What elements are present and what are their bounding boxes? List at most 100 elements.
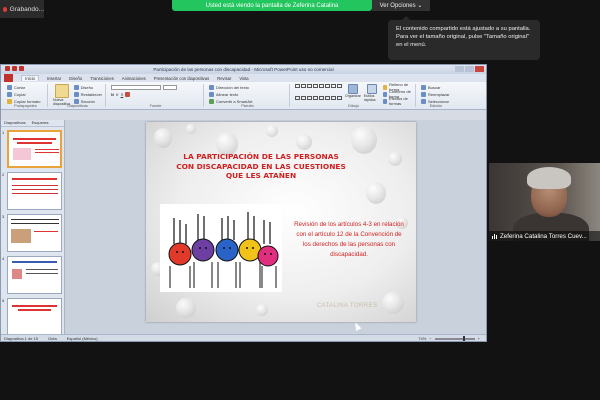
zoom-in-icon[interactable]: +	[478, 336, 480, 341]
align-text-button[interactable]: Alinear texto	[209, 91, 286, 97]
zoom-slider[interactable]	[434, 335, 475, 341]
water-drop	[176, 298, 196, 318]
font-format-buttons: NKS	[111, 91, 200, 97]
participant-name-tag: Zeferina Catalina Torres Cuev...	[489, 231, 600, 241]
font-color-icon[interactable]	[125, 91, 131, 97]
underline-icon[interactable]: S	[121, 92, 124, 97]
clipboard-group: Cortar Copiar Copiar formato Portapapele…	[4, 84, 48, 108]
select-icon	[421, 98, 426, 104]
tab-insertar[interactable]: Insertar	[47, 76, 61, 81]
brush-icon	[7, 98, 12, 104]
slides-group-label: Diapositivas	[67, 104, 88, 108]
cut-label: Cortar	[14, 84, 26, 90]
participant-video[interactable]: Zeferina Catalina Torres Cuev...	[489, 163, 600, 241]
ribbon: Cortar Copiar Copiar formato Portapapele…	[1, 82, 486, 110]
recording-label: Grabando...	[9, 5, 44, 13]
zoom-percent[interactable]: 74%	[418, 336, 426, 341]
workspace: Diapositivas Esquema 1 2 3 4 5 LA PARTIC…	[1, 120, 486, 336]
tab-revisar[interactable]: Revisar	[217, 76, 231, 81]
file-tab[interactable]	[4, 74, 14, 82]
maximize-button[interactable]	[465, 66, 474, 72]
tab-diseno[interactable]: Diseño	[69, 76, 82, 81]
binoculars-icon	[421, 84, 426, 90]
select-label: Seleccionar	[428, 98, 449, 104]
drawing-group-label: Dibujo	[348, 104, 359, 108]
tab-inicio[interactable]: Inicio	[21, 75, 39, 81]
chevron-down-icon: ⌄	[415, 3, 423, 9]
reset-label: Restablecer	[80, 91, 102, 97]
smartart-label: Convertir a SmartArt	[216, 98, 253, 104]
font-family-select[interactable]	[111, 84, 161, 90]
slide-thumbnail-5[interactable]	[7, 298, 62, 336]
scissors-icon	[7, 84, 12, 90]
minimize-button[interactable]	[455, 66, 464, 72]
water-drop	[154, 128, 172, 148]
slide-author: CATALINA TORRES	[316, 302, 378, 309]
undo-icon[interactable]	[12, 66, 17, 71]
water-drop	[266, 125, 278, 137]
redo-icon[interactable]	[19, 66, 24, 71]
fill-icon	[383, 84, 388, 90]
zoom-out-icon[interactable]: −	[429, 336, 431, 341]
italic-icon[interactable]: K	[116, 92, 119, 97]
font-size-select[interactable]	[163, 84, 177, 90]
tab-transiciones[interactable]: Transiciones	[90, 76, 114, 81]
text-direction-label: Dirección del texto	[216, 84, 249, 90]
water-drop	[256, 304, 268, 316]
copy-label: Copiar	[14, 91, 26, 97]
smartart-icon	[209, 98, 214, 104]
effects-icon	[383, 98, 387, 104]
layout-label: Diseño	[80, 84, 94, 90]
replace-icon	[421, 91, 426, 97]
slides-group: Nueva diapositiva Diseño Restablecer Sec…	[50, 84, 106, 108]
thumbnail-number: 5	[2, 298, 5, 303]
thumbnail-number: 2	[2, 172, 5, 177]
layout-button[interactable]: Diseño	[73, 84, 102, 90]
zoom-slider-handle[interactable]	[462, 335, 465, 341]
font-group: NKS Fuente	[108, 84, 204, 108]
audio-level-icon	[492, 233, 497, 239]
drawing-group: Organizar Estilos rápidos Relleno de for…	[292, 82, 416, 108]
save-icon[interactable]	[5, 66, 10, 71]
tab-outline[interactable]: Esquema	[32, 120, 49, 126]
font-selectors[interactable]	[111, 84, 200, 90]
view-options-button[interactable]: Ver Opciones ⌄	[372, 0, 430, 11]
language-indicator[interactable]: Español (México)	[67, 336, 98, 341]
recording-indicator: Grabando...	[0, 0, 44, 18]
tab-vista[interactable]: Vista	[239, 76, 248, 81]
layout-icon	[73, 84, 79, 90]
slide-thumbnails-panel: Diapositivas Esquema 1 2 3 4 5	[1, 120, 65, 336]
slide-thumbnail-3[interactable]	[7, 214, 62, 252]
scaling-tooltip: El contenido compartido está ajustado a …	[388, 16, 540, 60]
window-controls	[455, 66, 484, 72]
slide-counter: Diapositiva 1 de 15	[4, 336, 39, 341]
find-button[interactable]: Buscar	[421, 84, 451, 90]
text-direction-button[interactable]: Dirección del texto	[209, 84, 286, 90]
editing-group-label: Edición	[429, 104, 443, 108]
water-drop	[351, 126, 377, 154]
slide-canvas[interactable]: LA PARTICIPACIÓN DE LAS PERSONAS CON DIS…	[146, 122, 416, 322]
slide-subtitle: Revisión de los artículos 4-3 en relació…	[294, 221, 404, 258]
editing-group: Buscar Reemplazar Seleccionar Edición	[418, 84, 454, 108]
slide-thumbnail-4[interactable]	[7, 256, 62, 294]
thumbnail-number: 1	[2, 130, 5, 135]
panel-tabs: Diapositivas Esquema	[1, 120, 64, 127]
cut-button[interactable]: Cortar	[7, 84, 44, 90]
replace-button[interactable]: Reemplazar	[421, 91, 451, 97]
slide-thumbnail-2[interactable]	[7, 172, 62, 210]
slide-thumbnail-1[interactable]	[7, 130, 62, 168]
tab-presentacion[interactable]: Presentación con diapositivas	[154, 76, 209, 81]
theme-name: Gota	[48, 336, 57, 341]
copy-button[interactable]: Copiar	[7, 91, 44, 97]
ribbon-tabs: Inicio Insertar Diseño Transiciones Anim…	[1, 74, 486, 82]
copy-icon	[7, 91, 12, 97]
section-icon	[73, 98, 79, 104]
bold-icon[interactable]: N	[111, 92, 114, 97]
close-button[interactable]	[475, 66, 484, 72]
zoom-control: 74% − +	[418, 335, 480, 341]
tab-animaciones[interactable]: Animaciones	[122, 76, 146, 81]
tab-slides[interactable]: Diapositivas	[4, 120, 26, 126]
reset-button[interactable]: Restablecer	[73, 91, 102, 97]
section-label: Sección	[80, 98, 95, 104]
water-drop	[296, 134, 312, 150]
